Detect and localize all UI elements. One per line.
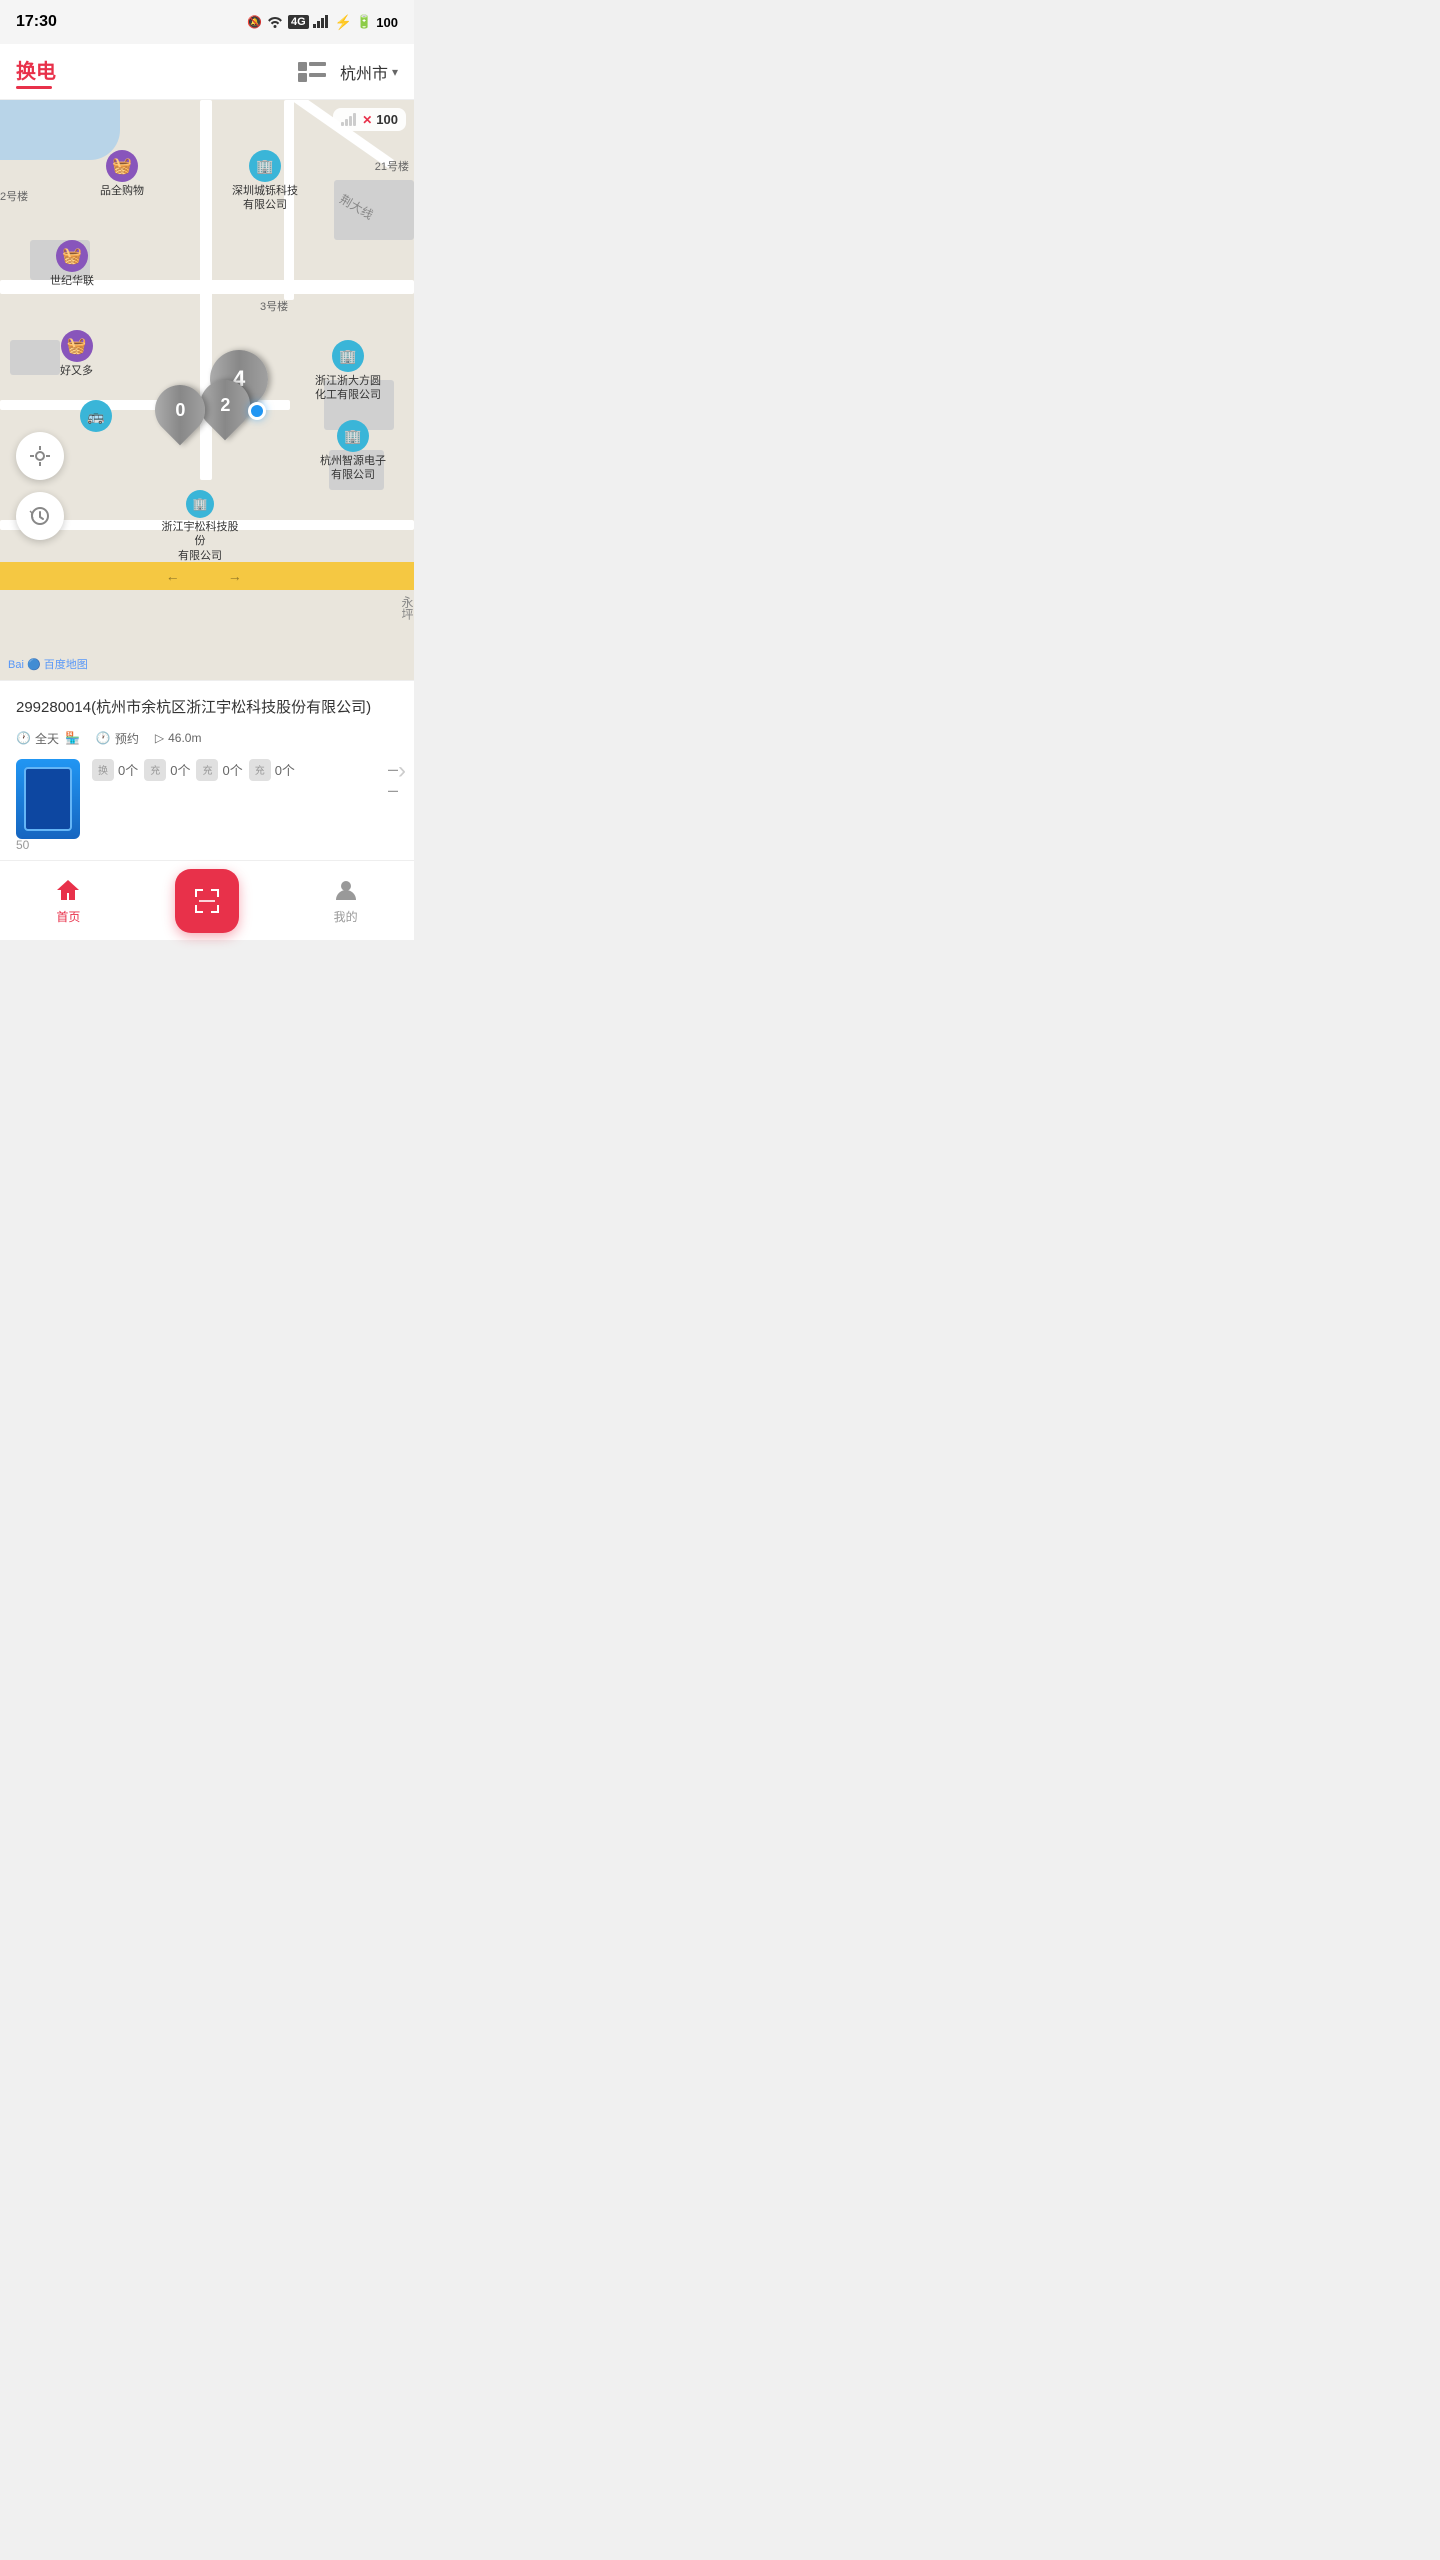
road-label-yongping: 永坪 bbox=[398, 596, 414, 620]
bottom-nav: 首页 我的 bbox=[0, 860, 414, 940]
building-label-2: 2号楼 bbox=[0, 190, 28, 204]
station-image bbox=[16, 759, 80, 839]
tag-allday: 🕐 全天 🏪 bbox=[16, 730, 80, 747]
building-label-3: 3号楼 bbox=[260, 300, 288, 314]
status-icons: 🔕 4G ⚡ 🔋 100 bbox=[247, 14, 398, 31]
nav-mine-label: 我的 bbox=[334, 908, 358, 925]
station-info-card: 299280014(杭州市余杭区浙江宇松科技股份有限公司) 🕐 全天 🏪 🕐 预… bbox=[0, 680, 414, 860]
signal-overlay: ✕ 100 bbox=[333, 108, 406, 131]
station-tags-row: 🕐 全天 🏪 🕐 预约 ▷ 46.0m bbox=[16, 730, 398, 747]
chevron-down-icon: ▾ bbox=[392, 65, 398, 79]
battery-level: 100 bbox=[376, 15, 398, 30]
slot-count-3: 0个 bbox=[222, 760, 242, 779]
baidu-watermark: Bai 🔵 百度地图 bbox=[8, 656, 88, 672]
slot-item-4: 充 0个 bbox=[249, 759, 295, 781]
pin-marker-0[interactable]: 0 bbox=[155, 385, 205, 440]
person-icon bbox=[332, 876, 360, 904]
nav-mine[interactable]: 我的 bbox=[316, 876, 376, 925]
nav-icon: ▷ bbox=[155, 731, 164, 745]
slot-icon-4: 充 bbox=[249, 759, 271, 781]
home-icon bbox=[54, 876, 82, 904]
poi-pinquangouwu[interactable]: 🧺 品全购物 bbox=[100, 150, 144, 198]
signal-icon bbox=[313, 14, 331, 31]
signal-chart bbox=[341, 113, 356, 126]
clock-icon: 🕐 bbox=[16, 731, 31, 745]
slot-item-3: 充 0个 bbox=[196, 759, 242, 781]
station-img-inner bbox=[24, 767, 72, 831]
slots-grid: 换 0个 充 0个 充 0个 充 0个 bbox=[92, 759, 376, 781]
4g-icon: 4G bbox=[288, 15, 309, 29]
clock2-icon: 🕐 bbox=[96, 731, 111, 745]
tag-allday-label: 全天 bbox=[35, 730, 59, 747]
history-button[interactable] bbox=[16, 492, 64, 540]
dash-label: – bbox=[388, 759, 398, 780]
shop-icon: 🏪 bbox=[65, 731, 80, 745]
building-block-5 bbox=[10, 340, 60, 375]
building-label-21: 21号楼 bbox=[375, 160, 409, 174]
pin-marker-2[interactable]: 2 bbox=[200, 380, 250, 435]
station-title: 299280014(杭州市余杭区浙江宇松科技股份有限公司) bbox=[16, 697, 398, 720]
road-yellow: ← → bbox=[0, 562, 414, 590]
poi-label-yusong: 浙江宇松科技股份有限公司 bbox=[160, 520, 240, 563]
poi-label-zhejiang: 浙江浙大方圆化工有限公司 bbox=[312, 374, 384, 403]
poi-label-pinquan: 品全购物 bbox=[100, 184, 144, 198]
poi-label-hangzhou: 杭州智源电子有限公司 bbox=[317, 454, 389, 483]
status-bar: 17:30 🔕 4G ⚡ 🔋 100 bbox=[0, 0, 414, 44]
station-address: (杭州市余杭区浙江宇松科技股份有限公司) bbox=[91, 699, 371, 716]
bus-stop-icon: 🚌 bbox=[80, 400, 112, 432]
poi-label-shiji: 世纪华联 bbox=[50, 274, 94, 288]
header-right: 杭州市 ▾ bbox=[296, 58, 398, 86]
slot-icon-3: 充 bbox=[196, 759, 218, 781]
swipe-arrow: › bbox=[398, 757, 406, 785]
slot-item-2: 充 0个 bbox=[144, 759, 190, 781]
nav-scan-button[interactable] bbox=[175, 869, 239, 933]
app-header: 换电 杭州市 ▾ bbox=[0, 44, 414, 100]
signal-cross: ✕ bbox=[362, 113, 372, 127]
city-name: 杭州市 bbox=[340, 60, 388, 84]
page-title: 换电 bbox=[16, 55, 56, 84]
slot-count-1: 0个 bbox=[118, 760, 138, 779]
tag-distance-label: 46.0m bbox=[168, 731, 201, 745]
station-content: 换 0个 充 0个 充 0个 充 0个 – – bbox=[16, 759, 398, 839]
station-id: 299280014 bbox=[16, 699, 91, 716]
card-right: – – bbox=[388, 759, 398, 801]
slot-count-2: 0个 bbox=[170, 760, 190, 779]
poi-hangzhouzy[interactable]: 🏢 杭州智源电子有限公司 bbox=[317, 420, 389, 483]
location-button[interactable] bbox=[16, 432, 64, 480]
nav-home[interactable]: 首页 bbox=[38, 876, 98, 925]
battery-icon: 🔋 bbox=[356, 14, 372, 30]
signal-value: 100 bbox=[376, 112, 398, 127]
user-location-dot bbox=[248, 402, 266, 420]
slot-icon-2: 充 bbox=[144, 759, 166, 781]
tag-distance: ▷ 46.0m bbox=[155, 731, 202, 745]
dash-label-2: – bbox=[388, 780, 398, 801]
city-selector[interactable]: 杭州市 ▾ bbox=[340, 60, 398, 84]
scan-icon bbox=[191, 885, 223, 917]
nav-home-label: 首页 bbox=[56, 908, 80, 925]
charging-icon: ⚡ bbox=[335, 14, 352, 31]
map-area[interactable]: ← → 🧺 品全购物 🧺 世纪华联 🧺 好又多 🏢 深圳城铄科技有限公司 🏢 浙… bbox=[0, 100, 414, 680]
mute-icon: 🔕 bbox=[247, 15, 262, 29]
wifi-icon bbox=[266, 14, 284, 31]
slot-icon-1: 换 bbox=[92, 759, 114, 781]
poi-yusong[interactable]: 🏢 浙江宇松科技股份有限公司 bbox=[160, 490, 240, 563]
page-indicator: 50 bbox=[16, 838, 29, 852]
poi-zhejiangzdfyh[interactable]: 🏢 浙江浙大方圆化工有限公司 bbox=[312, 340, 384, 403]
poi-label-haoyouduo: 好又多 bbox=[60, 364, 93, 378]
slot-count-4: 0个 bbox=[275, 760, 295, 779]
tag-reservation: 🕐 预约 bbox=[96, 730, 139, 747]
status-time: 17:30 bbox=[16, 13, 57, 31]
poi-haoyouduo[interactable]: 🧺 好又多 bbox=[60, 330, 93, 378]
tag-reservation-label: 预约 bbox=[115, 730, 139, 747]
poi-shenzhencs[interactable]: 🏢 深圳城铄科技有限公司 bbox=[230, 150, 300, 213]
slot-item-1: 换 0个 bbox=[92, 759, 138, 781]
poi-label-shenzhen: 深圳城铄科技有限公司 bbox=[230, 184, 300, 213]
header-left: 换电 bbox=[16, 55, 56, 89]
poi-shijihuanlian[interactable]: 🧺 世纪华联 bbox=[50, 240, 94, 288]
grid-list-button[interactable] bbox=[296, 58, 328, 86]
title-underline bbox=[16, 86, 52, 89]
